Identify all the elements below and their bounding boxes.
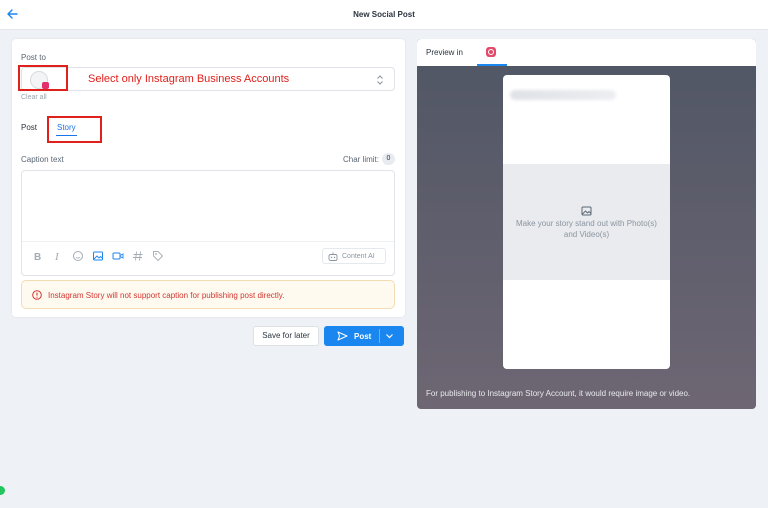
- chevron-down-icon[interactable]: [385, 332, 394, 340]
- button-divider: [379, 329, 380, 343]
- warning-circle-icon: [32, 290, 42, 300]
- preview-label: Preview in: [426, 48, 463, 57]
- warning-banner: Instagram Story will not support caption…: [21, 280, 395, 309]
- preview-header: Preview in: [417, 39, 756, 66]
- caption-label: Caption text: [21, 155, 64, 164]
- content-ai-label: Content AI: [342, 253, 375, 260]
- caption-editor: B I Content AI: [21, 170, 395, 276]
- char-limit-label: Char limit:: [342, 155, 379, 164]
- preview-tab-instagram[interactable]: [477, 39, 507, 66]
- preview-panel: Preview in Make your story stand out wit…: [417, 39, 756, 409]
- post-editor-card: Post to Select only Instagram Business A…: [12, 39, 405, 317]
- post-to-label: Post to: [21, 53, 46, 62]
- tab-post[interactable]: Post: [21, 123, 37, 132]
- top-bar: New Social Post: [0, 0, 768, 30]
- media-placeholder-text: Make your story stand out with Photo(s) …: [516, 219, 657, 239]
- emoji-icon[interactable]: [72, 250, 84, 262]
- italic-icon[interactable]: I: [52, 250, 64, 262]
- preview-footer-note: For publishing to Instagram Story Accoun…: [426, 389, 691, 398]
- post-button-label: Post: [354, 332, 372, 341]
- annotation-highlight-account: [18, 65, 68, 91]
- tag-icon[interactable]: [152, 250, 164, 262]
- image-placeholder-icon: [581, 206, 592, 216]
- media-placeholder: Make your story stand out with Photo(s) …: [503, 164, 670, 280]
- hashtag-icon[interactable]: [132, 250, 144, 262]
- image-icon[interactable]: [92, 250, 104, 262]
- annotation-highlight-story: [47, 116, 102, 143]
- status-indicator-dot: [0, 486, 5, 495]
- chevron-updown-icon: [377, 75, 383, 85]
- bold-icon[interactable]: B: [32, 250, 44, 262]
- char-count-badge: 0: [382, 153, 395, 165]
- send-icon: [337, 331, 348, 341]
- caption-toolbar: B I Content AI: [22, 241, 394, 276]
- account-select[interactable]: Select only Instagram Business Accounts: [21, 67, 395, 91]
- svg-text:B: B: [34, 252, 41, 262]
- clear-all-link[interactable]: Clear all: [21, 94, 47, 101]
- caption-textarea[interactable]: [22, 171, 394, 240]
- instagram-icon: [486, 47, 496, 57]
- page-title: New Social Post: [353, 10, 415, 19]
- save-for-later-button[interactable]: Save for later: [253, 326, 319, 346]
- post-button[interactable]: Post: [324, 326, 404, 346]
- content-ai-button[interactable]: Content AI: [322, 248, 386, 264]
- ai-robot-icon: [328, 252, 338, 261]
- warning-text: Instagram Story will not support caption…: [48, 291, 285, 300]
- video-icon[interactable]: [112, 250, 124, 262]
- annotation-text: Select only Instagram Business Accounts: [88, 73, 290, 85]
- story-preview-frame: Make your story stand out with Photo(s) …: [503, 75, 670, 369]
- account-name-placeholder: [510, 90, 616, 100]
- svg-text:I: I: [54, 251, 60, 262]
